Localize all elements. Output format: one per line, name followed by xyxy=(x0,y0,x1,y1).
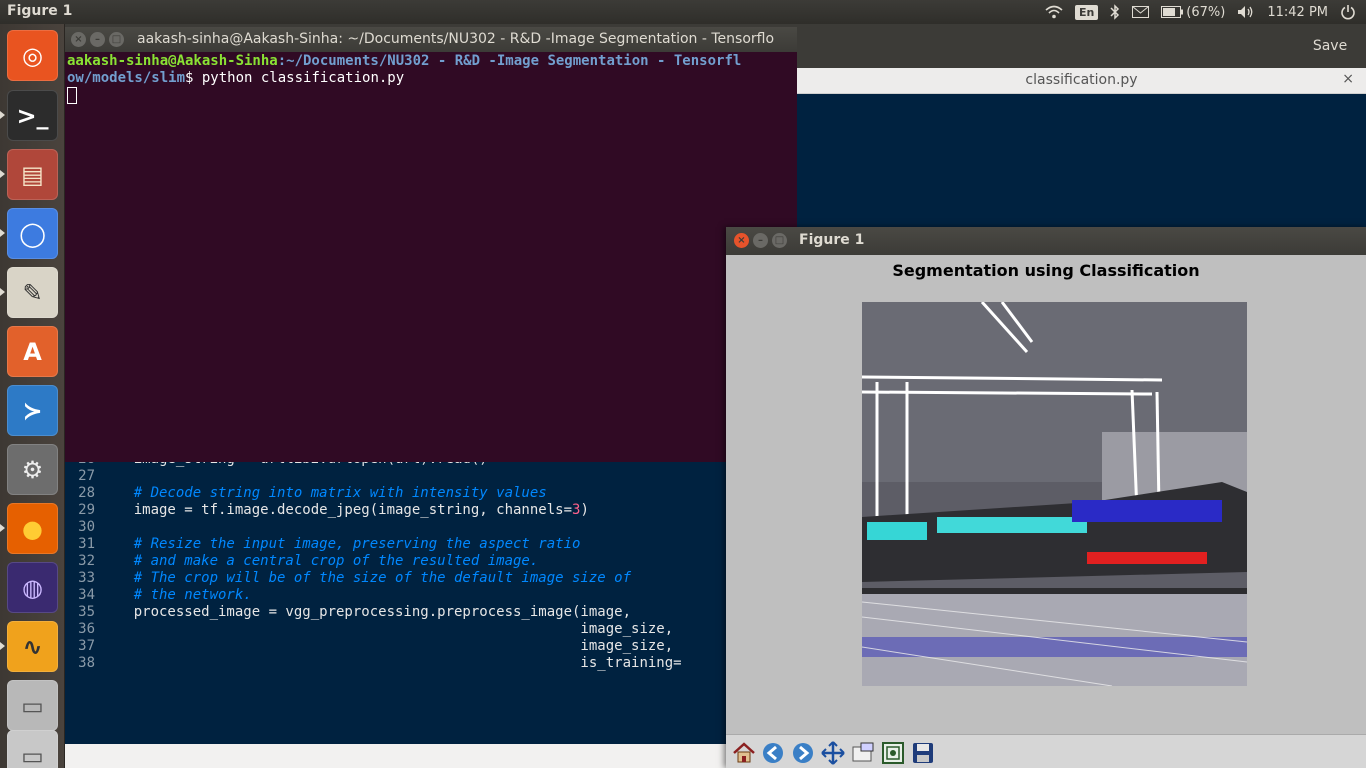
launcher-files-icon[interactable]: ▤ xyxy=(7,149,58,200)
minimize-icon[interactable]: – xyxy=(753,233,768,248)
launcher-disk-2-icon[interactable]: ▭ xyxy=(7,730,58,768)
code-text: image = tf.image.decode_jpeg(image_strin… xyxy=(100,502,589,518)
home-icon[interactable] xyxy=(730,739,757,766)
configure-subplots-icon[interactable] xyxy=(879,739,906,766)
save-icon[interactable] xyxy=(909,739,936,766)
tab-classification-py[interactable]: classification.py × xyxy=(797,68,1366,94)
launcher-vscode-icon[interactable]: ≻ xyxy=(7,385,58,436)
line-number: 28 xyxy=(78,485,95,501)
running-indicator xyxy=(0,111,5,119)
running-indicator xyxy=(0,229,5,237)
running-indicator xyxy=(0,288,5,296)
top-panel: Figure 1 En (67%) 11:42 PM xyxy=(0,0,1366,24)
line-number: 34 xyxy=(78,587,95,603)
zoom-icon[interactable] xyxy=(849,739,876,766)
save-button[interactable]: Save xyxy=(1304,32,1356,60)
launcher-software-center-icon[interactable]: A xyxy=(7,326,58,377)
terminal-window[interactable]: × – □ aakash-sinha@Aakash-Sinha: ~/Docum… xyxy=(65,27,797,462)
close-icon[interactable]: × xyxy=(734,233,749,248)
terminal-command: $ python classification.py xyxy=(185,70,405,86)
battery-percentage: (67%) xyxy=(1186,4,1226,20)
launcher-system-monitor-icon[interactable]: ∿ xyxy=(7,621,58,672)
line-number: 31 xyxy=(78,536,95,552)
pan-icon[interactable] xyxy=(819,739,846,766)
line-number: 30 xyxy=(78,519,95,535)
mail-icon[interactable] xyxy=(1132,6,1150,18)
launcher-system-settings-icon[interactable]: ⚙ xyxy=(7,444,58,495)
launcher-terminal-icon[interactable]: >_ xyxy=(7,90,58,141)
line-number: 29 xyxy=(78,502,95,518)
code-text: # Decode string into matrix with intensi… xyxy=(100,485,547,501)
indicator-area: En (67%) 11:42 PM xyxy=(1045,0,1356,24)
segmentation-image xyxy=(862,302,1247,686)
launcher-ubuntu-dash-icon[interactable]: ◎ xyxy=(7,30,58,81)
code-text: image_size, xyxy=(100,621,674,637)
prompt-path: :~/Documents/NU302 - R&D -Image Segmenta… xyxy=(277,53,742,69)
line-number: 32 xyxy=(78,553,95,569)
clock[interactable]: 11:42 PM xyxy=(1267,5,1328,20)
matplotlib-figure-window[interactable]: × – □ Figure 1 Segmentation using Classi… xyxy=(726,227,1366,768)
minimize-icon[interactable]: – xyxy=(90,32,105,47)
code-text: # the network. xyxy=(100,587,252,603)
battery-indicator[interactable]: (67%) xyxy=(1161,5,1225,20)
power-icon[interactable] xyxy=(1340,4,1356,20)
tab-label: classification.py xyxy=(1025,72,1138,88)
line-number: 36 xyxy=(78,621,95,637)
code-text: is_training= xyxy=(100,655,682,671)
line-number: 33 xyxy=(78,570,95,586)
maximize-icon[interactable]: □ xyxy=(109,32,124,47)
wifi-icon[interactable] xyxy=(1045,5,1063,19)
launcher-disk-icon[interactable]: ▭ xyxy=(7,680,58,731)
code-text: # The crop will be of the size of the de… xyxy=(100,570,632,586)
volume-icon[interactable] xyxy=(1237,5,1255,19)
terminal-titlebar[interactable]: × – □ aakash-sinha@Aakash-Sinha: ~/Docum… xyxy=(65,27,797,52)
close-icon[interactable]: × xyxy=(71,32,86,47)
launcher-text-editor-icon[interactable]: ✎ xyxy=(7,267,58,318)
unity-launcher: ◎ >_ ▤ ◯ ✎ A ≻ ⚙ ● ◍ ∿ ▭ ▭ xyxy=(0,24,65,768)
code-text: processed_image = vgg_preprocessing.prep… xyxy=(100,604,632,620)
active-app-title: Figure 1 xyxy=(7,3,73,19)
launcher-chromium-icon[interactable]: ◯ xyxy=(7,208,58,259)
prompt-path-cont: ow/models/slim xyxy=(67,70,186,86)
figure-toolbar xyxy=(726,734,1366,768)
terminal-output[interactable]: aakash-sinha@Aakash-Sinha:~/Documents/NU… xyxy=(67,53,795,104)
prompt-user: aakash-sinha@Aakash-Sinha xyxy=(67,53,278,69)
line-number: 27 xyxy=(78,468,95,484)
battery-icon xyxy=(1161,6,1184,18)
line-number: 37 xyxy=(78,638,95,654)
forward-icon[interactable] xyxy=(789,739,816,766)
figure-title: Figure 1 xyxy=(799,232,865,248)
tab-close-icon[interactable]: × xyxy=(1342,71,1354,87)
launcher-firefox-icon[interactable]: ● xyxy=(7,503,58,554)
figure-titlebar[interactable]: × – □ Figure 1 xyxy=(726,227,1366,255)
running-indicator xyxy=(0,524,5,532)
plot-title: Segmentation using Classification xyxy=(892,261,1200,280)
code-text: # Resize the input image, preserving the… xyxy=(100,536,581,552)
line-number: 38 xyxy=(78,655,95,671)
bluetooth-icon[interactable] xyxy=(1110,4,1120,20)
back-icon[interactable] xyxy=(759,739,786,766)
running-indicator xyxy=(0,170,5,178)
terminal-cursor xyxy=(67,87,77,104)
code-text: # and make a central crop of the resulte… xyxy=(100,553,539,569)
code-text: image_size, xyxy=(100,638,674,654)
line-number: 35 xyxy=(78,604,95,620)
maximize-icon[interactable]: □ xyxy=(772,233,787,248)
running-indicator xyxy=(0,642,5,650)
terminal-title: aakash-sinha@Aakash-Sinha: ~/Documents/N… xyxy=(137,31,775,47)
launcher-eclipse-icon[interactable]: ◍ xyxy=(7,562,58,613)
keyboard-layout-indicator[interactable]: En xyxy=(1074,4,1099,20)
